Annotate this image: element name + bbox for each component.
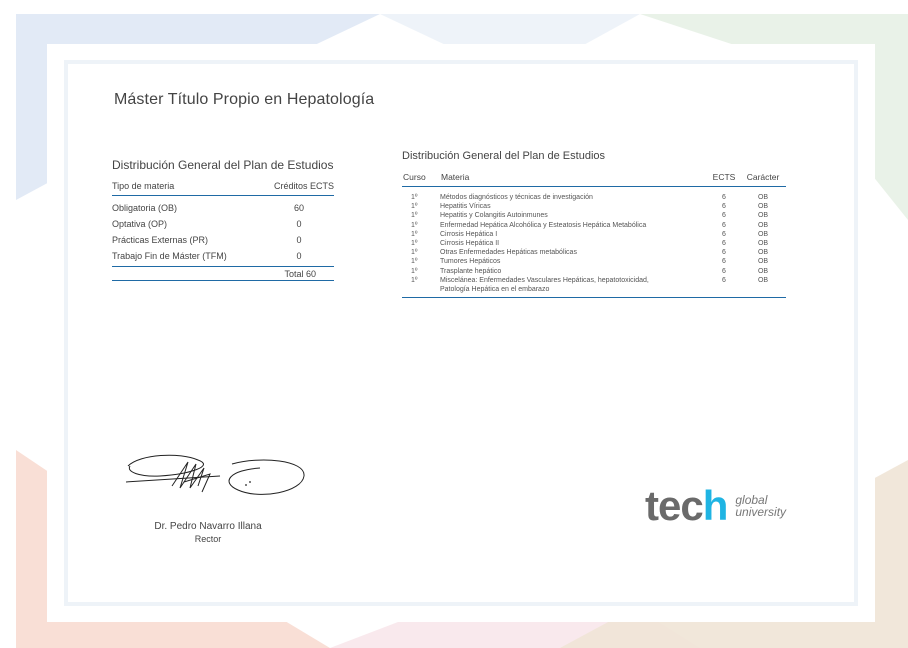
subject-row: 1º Cirrosis Hepática I 6 OB [402,230,786,239]
subject-ects: 6 [722,203,726,211]
logo-word-part1: tec [645,482,704,529]
subject-ects: 6 [722,240,726,248]
subject-character: OB [757,240,769,248]
signer-name: Dr. Pedro Navarro Illana [154,521,262,532]
subject-ects [708,285,740,294]
logo-wordmark: tech [645,482,729,530]
subject-character: OB [757,212,769,220]
subject-course [402,285,440,294]
subject-name: Hepatitis Víricas [440,203,491,211]
subject-course: 1º [411,276,418,284]
subject-name: Hepatitis y Colangitis Autoinmunes [440,212,548,220]
summary-total: Total 60 [112,266,334,281]
subject-ects: 6 [722,230,726,238]
subject-row: 1º Trasplante hepático 6 OB [402,267,786,276]
summary-row-type: Obligatoria (OB) [112,203,178,213]
subject-name: Patología Hepática en el embarazo [440,286,550,294]
summary-row: Obligatoria (OB) 60 [112,200,334,216]
summary-row-credits: 0 [296,251,302,261]
subject-row: 1º Enfermedad Hepática Alcohólica y Estea… [402,221,786,230]
summary-row-credits: 0 [296,235,302,245]
subject-course: 1º [411,230,418,238]
subject-course: 1º [411,249,418,257]
summary-row-credits: 0 [296,219,302,229]
header-credits: Créditos ECTS [273,181,334,191]
subject-character: OB [757,267,769,275]
subject-row: 1º Hepatitis Víricas 6 OB [402,202,786,211]
subject-course: 1º [411,212,418,220]
signature-image [125,454,305,495]
subjects-table-header: Curso Materia ECTS Carácter [402,172,786,187]
subject-character [740,285,786,294]
subject-ects: 6 [722,212,726,220]
subject-name: Cirrosis Hepática II [440,240,500,248]
header-subject: Materia [441,172,470,182]
logo-tagline: global university [735,494,786,518]
subject-course: 1º [411,240,418,248]
summary-table-body: Obligatoria (OB) 60 Optativa (OP) 0 Práctica… [112,196,334,266]
subject-row: 1º Otras Enfermedades Hepáticas metabólic… [402,248,786,257]
subjects-table: Distribución General del Plan de Estudio… [402,150,786,299]
summary-row: Optativa (OP) 0 [112,216,334,232]
summary-table: Distribución General del Plan de Estudio… [112,158,334,281]
summary-row-credits: 60 [293,203,304,213]
subject-row: 1º Tumores Hepáticos 6 OB [402,257,786,266]
subject-row: Patología Hepática en el embarazo [402,285,786,294]
subject-character: OB [757,194,769,201]
subject-character: OB [757,276,769,284]
logo-word-part2: h [702,482,729,529]
signer-role: Rector [194,534,222,544]
subject-character: OB [757,249,769,257]
subject-course: 1º [411,221,418,229]
subject-course: 1º [411,194,418,201]
header-type: Tipo de materia [112,181,175,191]
summary-row-type: Trabajo Fin de Máster (TFM) [112,251,227,261]
subject-course: 1º [411,267,418,275]
summary-row-type: Optativa (OP) [112,219,168,229]
subject-character: OB [757,221,769,229]
subject-name: Tumores Hepáticos [440,258,501,266]
subject-character: OB [757,203,769,211]
subject-row: 1º Miscelánea: Enfermedades Vasculares He… [402,276,786,285]
subject-name: Cirrosis Hepática I [440,230,498,238]
subject-character: OB [757,258,769,266]
summary-row: Trabajo Fin de Máster (TFM) 0 [112,248,334,264]
tech-logo: tech global university [645,482,786,530]
subject-name: Otras Enfermedades Hepáticas metabólicas [440,249,577,257]
summary-table-header: Tipo de materia Créditos ECTS [112,181,334,196]
logo-tag-line2: university [735,505,787,519]
subject-name: Miscelánea: Enfermedades Vasculares Hepá… [440,276,649,284]
header-ects: ECTS [712,172,736,182]
subject-name: Trasplante hepático [440,267,502,275]
subjects-table-body: 1º Métodos diagnósticos y técnicas de inv… [402,187,786,299]
subject-character: OB [757,230,769,238]
subject-row: 1º Hepatitis y Colangitis Autoinmunes 6 OB [402,211,786,220]
header-character: Carácter [746,172,780,182]
summary-table-title: Distribución General del Plan de Estudio… [112,158,334,172]
summary-row: Prácticas Externas (PR) 0 [112,232,334,248]
subject-ects: 6 [722,258,726,266]
subject-ects: 6 [722,221,726,229]
subject-ects: 6 [722,276,726,284]
certificate-title: Máster Título Propio en Hepatología [114,91,375,108]
subject-ects: 6 [722,194,726,201]
subject-row: 1º Métodos diagnósticos y técnicas de inv… [402,193,786,202]
subject-ects: 6 [722,267,726,275]
subject-ects: 6 [722,249,726,257]
signer-block: Dr. Pedro Navarro Illana Rector [133,521,283,544]
subject-name: Enfermedad Hepática Alcohólica y Esteato… [440,221,647,229]
subject-row: 1º Cirrosis Hepática II 6 OB [402,239,786,248]
subject-course: 1º [411,203,418,211]
header-course: Curso [403,172,426,182]
summary-row-type: Prácticas Externas (PR) [112,235,209,245]
subject-course: 1º [411,258,418,266]
subject-name: Métodos diagnósticos y técnicas de inves… [440,194,593,201]
subjects-table-title: Distribución General del Plan de Estudio… [402,150,606,162]
